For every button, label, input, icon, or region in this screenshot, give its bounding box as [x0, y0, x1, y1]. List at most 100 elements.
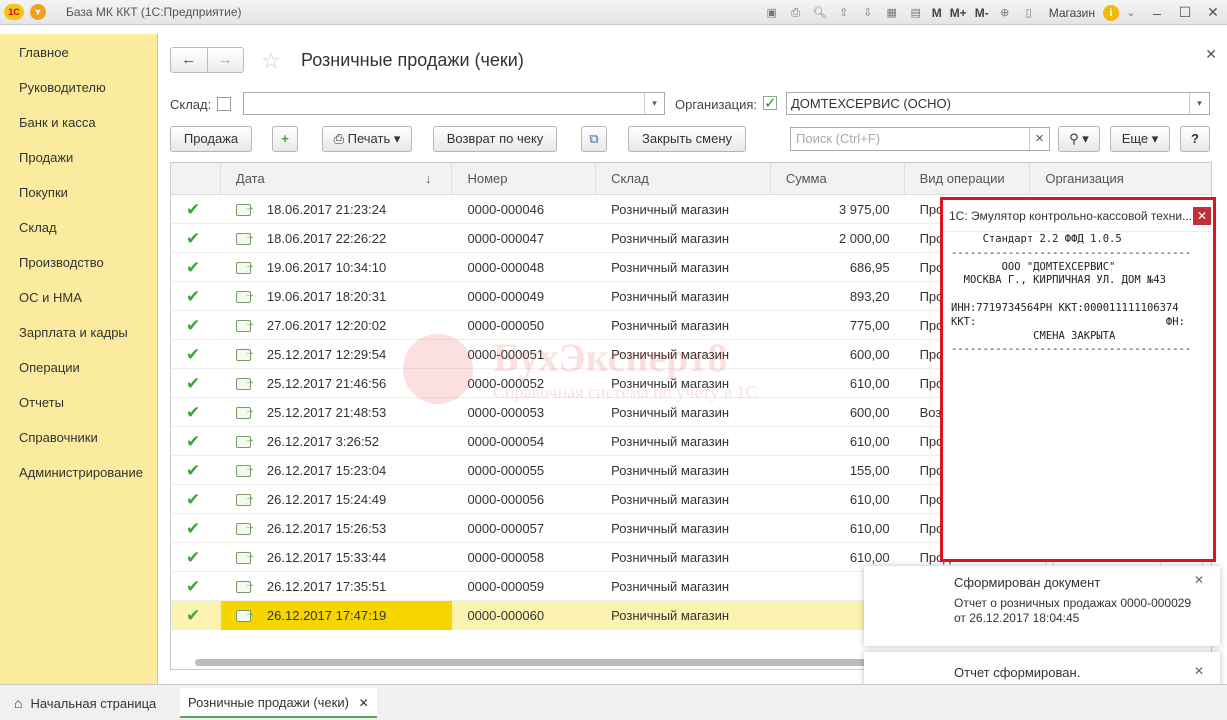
tab-home-label: Начальная страница [30, 696, 157, 711]
receipt-doc-icon [235, 398, 255, 425]
notification-close-icon[interactable]: ✕ [1194, 573, 1204, 587]
receipt-doc-icon [235, 369, 255, 396]
receipt-doc-icon [235, 282, 255, 309]
close-shift-button[interactable]: Закрыть смену [628, 126, 746, 152]
nav-buttons: ← → [170, 47, 244, 73]
receipt-line: -------------------------------------- [951, 246, 1192, 259]
org-field[interactable]: ДОМТЕХСЕРВИС (ОСНО) ▾ [786, 92, 1210, 115]
posted-check-icon: ✔ [186, 577, 201, 596]
sidebar-item-zarplata[interactable]: Зарплата и кадры [0, 315, 157, 350]
more-button[interactable]: Еще ▾ [1110, 126, 1170, 152]
1c-logo-icon[interactable]: 1С [4, 4, 24, 20]
favorite-star-icon[interactable]: ☆ [261, 48, 281, 74]
posted-check-icon: ✔ [186, 258, 201, 277]
print-button[interactable]: ⎙ Печать ▾ [322, 126, 412, 152]
cell-number: 0000-000054 [467, 434, 545, 449]
maximize-button[interactable]: ☐ [1171, 4, 1199, 21]
cell-number: 0000-000060 [467, 608, 545, 623]
minimize-button[interactable]: – [1143, 5, 1171, 21]
cell-sklad: Розничный магазин [611, 463, 730, 478]
calendar-icon[interactable]: ▦ [883, 5, 901, 21]
posted-check-icon: ✔ [186, 461, 201, 480]
tab-retail-sales-label: Розничные продажи (чеки) [188, 695, 349, 710]
receipt-doc-icon [235, 543, 255, 570]
memory-mplus-button[interactable]: M+ [950, 6, 967, 20]
org-checkbox[interactable] [763, 94, 777, 112]
sidebar-item-administrirovanie[interactable]: Администрирование [0, 455, 157, 490]
sidebar-item-glavnoe[interactable]: Главное [0, 35, 157, 70]
cell-sklad: Розничный магазин [611, 608, 730, 623]
notification-close-icon[interactable]: ✕ [1194, 664, 1204, 678]
kkt-emulator-window[interactable]: 1С: Эмулятор контрольно-кассовой техни..… [940, 197, 1216, 562]
cell-date: 26.12.2017 15:23:04 [266, 463, 387, 478]
zoom-icon[interactable]: ⊕ [996, 5, 1014, 21]
main-menu-icon[interactable]: ▼ [30, 4, 46, 20]
sidebar-item-prodazhi[interactable]: Продажи [0, 140, 157, 175]
col-number[interactable]: Номер [452, 163, 597, 195]
back-arrow-icon[interactable]: ← [171, 48, 207, 72]
add-doc-icon[interactable]: + [272, 126, 298, 152]
search-button[interactable]: ⚲ ▾ [1058, 126, 1100, 152]
user-name[interactable]: Магазин [1049, 6, 1095, 20]
receipt-doc-icon [235, 427, 255, 454]
cell-date: 19.06.2017 10:34:10 [266, 260, 387, 275]
calc-icon[interactable]: ▤ [907, 5, 925, 21]
chevron-down-icon[interactable]: ▾ [1189, 93, 1209, 114]
sklad-checkbox[interactable] [217, 97, 231, 111]
memory-m-button[interactable]: M [932, 6, 942, 20]
print-icon[interactable]: ⎙ [787, 5, 805, 21]
preview-icon[interactable]: 🔍︎ [811, 5, 829, 21]
cell-number: 0000-000056 [467, 492, 545, 507]
window-close-button[interactable]: ✕ [1199, 4, 1227, 21]
emulator-close-icon[interactable]: ✕ [1193, 207, 1211, 225]
sidebar-item-pokupki[interactable]: Покупки [0, 175, 157, 210]
cell-sklad: Розничный магазин [611, 492, 730, 507]
col-sklad[interactable]: Склад [596, 163, 771, 195]
upload-icon[interactable]: ⇧ [835, 5, 853, 21]
cell-number: 0000-000049 [467, 289, 545, 304]
printer-icon: ⎙ [333, 131, 348, 146]
col-date[interactable]: Дата ↓ [221, 163, 453, 195]
col-org[interactable]: Организация [1030, 163, 1211, 195]
structure-icon[interactable]: ⧉ [581, 126, 607, 152]
forward-arrow-icon[interactable]: → [206, 48, 244, 72]
sidebar-item-spravochniki[interactable]: Справочники [0, 420, 157, 455]
sidebar-item-operacii[interactable]: Операции [0, 350, 157, 385]
return-by-receipt-button[interactable]: Возврат по чеку [433, 126, 557, 152]
sklad-field[interactable]: ▾ [243, 92, 665, 115]
sidebar-item-rukovoditelyu[interactable]: Руководителю [0, 70, 157, 105]
sidebar-item-otchety[interactable]: Отчеты [0, 385, 157, 420]
memory-mminus-button[interactable]: M- [975, 6, 989, 20]
info-icon[interactable]: i [1103, 4, 1119, 21]
clear-icon[interactable]: ✕ [1029, 128, 1049, 150]
cell-sklad: Розничный магазин [611, 550, 730, 565]
cell-number: 0000-000046 [467, 202, 545, 217]
prodazha-button[interactable]: Продажа [170, 126, 252, 152]
tab-home[interactable]: ⌂ Начальная страница [14, 688, 156, 718]
sidebar-item-os-nma[interactable]: ОС и НМА [0, 280, 157, 315]
search-input[interactable]: Поиск (Ctrl+F) ✕ [790, 127, 1050, 151]
sidebar-item-proizvodstvo[interactable]: Производство [0, 245, 157, 280]
panel-icon[interactable]: ▯ [1020, 5, 1038, 21]
receipt-line: ООО "ДОМТЕХСЕРВИС" [951, 260, 1116, 273]
tab-retail-sales[interactable]: Розничные продажи (чеки) ✕ [180, 688, 377, 718]
notification-text-1[interactable]: Отчет о розничных продажах 0000-000029 [954, 595, 1191, 611]
posted-check-icon: ✔ [186, 229, 201, 248]
chevron-down-icon[interactable]: ▾ [644, 93, 664, 114]
tab-close-icon[interactable]: ✕ [359, 696, 369, 710]
notification-title: Отчет сформирован. [954, 665, 1081, 680]
cell-date-wrap: 19.06.2017 10:34:10 [221, 253, 453, 282]
chevron-down-icon[interactable]: ⌄ [1122, 5, 1140, 21]
cell-number: 0000-000058 [467, 550, 545, 565]
col-summa[interactable]: Сумма [771, 163, 905, 195]
notification-text-2[interactable]: от 26.12.2017 18:04:45 [954, 610, 1079, 626]
col-operation[interactable]: Вид операции [905, 163, 1031, 195]
sidebar-item-bank[interactable]: Банк и касса [0, 105, 157, 140]
notification-document[interactable]: ✕ Сформирован документ Отчет о розничных… [864, 566, 1220, 646]
save-icon[interactable]: ▣ [763, 5, 781, 21]
help-button[interactable]: ? [1180, 126, 1210, 152]
close-form-icon[interactable]: ✕ [1205, 46, 1217, 63]
sidebar-item-sklad[interactable]: Склад [0, 210, 157, 245]
cell-sklad: Розничный магазин [611, 202, 730, 217]
download-icon[interactable]: ⇩ [859, 5, 877, 21]
